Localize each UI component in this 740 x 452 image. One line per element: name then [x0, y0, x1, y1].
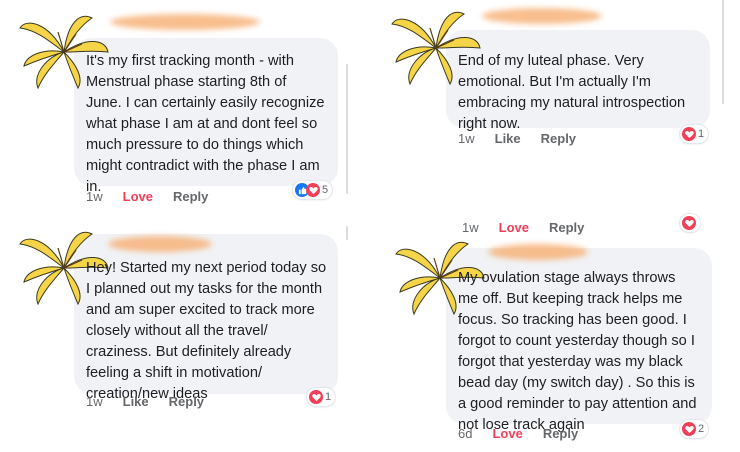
love-button[interactable]: Love: [499, 220, 529, 235]
comment-actions: 1w Love Reply: [86, 189, 208, 204]
comment-text: Hey! Started my next period today so I p…: [86, 260, 327, 402]
redacted-name: [108, 236, 212, 252]
comment-panel-1: It's my first tracking month - with Mens…: [0, 0, 370, 226]
comment-panel-4: 1w Love Reply My ovulation stage always …: [370, 214, 740, 452]
comment-timestamp[interactable]: 1w: [86, 189, 103, 204]
reply-button[interactable]: Reply: [541, 131, 576, 146]
scrollbar[interactable]: [346, 226, 348, 240]
comment-timestamp[interactable]: 1w: [462, 220, 479, 235]
comment-text: My ovulation stage always throws me off.…: [458, 270, 697, 433]
comment-text: It's my first tracking month - with Mens…: [86, 53, 325, 195]
reaction-count: 1: [325, 391, 332, 403]
heart-icon: [682, 127, 696, 141]
reaction-count: 2: [698, 423, 705, 435]
comment-timestamp[interactable]: 1w: [458, 131, 475, 146]
heart-icon: [682, 422, 696, 436]
comment-panel-3: Hey! Started my next period today so I p…: [0, 226, 370, 452]
reply-button[interactable]: Reply: [549, 220, 584, 235]
heart-icon: [682, 216, 696, 230]
reaction-summary[interactable]: 1: [680, 125, 709, 143]
heart-icon: [306, 183, 320, 197]
like-button[interactable]: Like: [495, 131, 521, 146]
redacted-name: [110, 14, 260, 30]
reaction-summary[interactable]: 2: [680, 420, 709, 438]
scrollbar[interactable]: [722, 0, 724, 104]
comment-timestamp[interactable]: 6d: [458, 426, 472, 441]
reaction-summary[interactable]: 1: [307, 388, 336, 406]
reaction-summary[interactable]: 5: [293, 181, 333, 199]
like-button[interactable]: Like: [123, 394, 149, 409]
reaction-summary[interactable]: [680, 214, 700, 232]
comment-actions: 1w Like Reply: [458, 131, 576, 146]
redacted-name: [482, 8, 602, 24]
reply-button[interactable]: Reply: [543, 426, 578, 441]
love-button[interactable]: Love: [123, 189, 153, 204]
redacted-name: [488, 244, 588, 260]
comment-actions: 1w Like Reply: [86, 394, 204, 409]
comment-text: End of my luteal phase. Very emotional. …: [458, 53, 686, 132]
reply-button[interactable]: Reply: [169, 394, 204, 409]
reaction-count: 1: [698, 128, 705, 140]
love-button[interactable]: Love: [492, 426, 522, 441]
heart-icon: [309, 390, 323, 404]
comment-panel-2: End of my luteal phase. Very emotional. …: [370, 0, 740, 226]
comment-actions: 6d Love Reply: [458, 426, 578, 441]
comment-timestamp[interactable]: 1w: [86, 394, 103, 409]
scrollbar[interactable]: [346, 64, 348, 194]
cropped-comment-actions: 1w Love Reply: [462, 220, 584, 235]
reply-button[interactable]: Reply: [173, 189, 208, 204]
reaction-count: 5: [322, 184, 329, 196]
